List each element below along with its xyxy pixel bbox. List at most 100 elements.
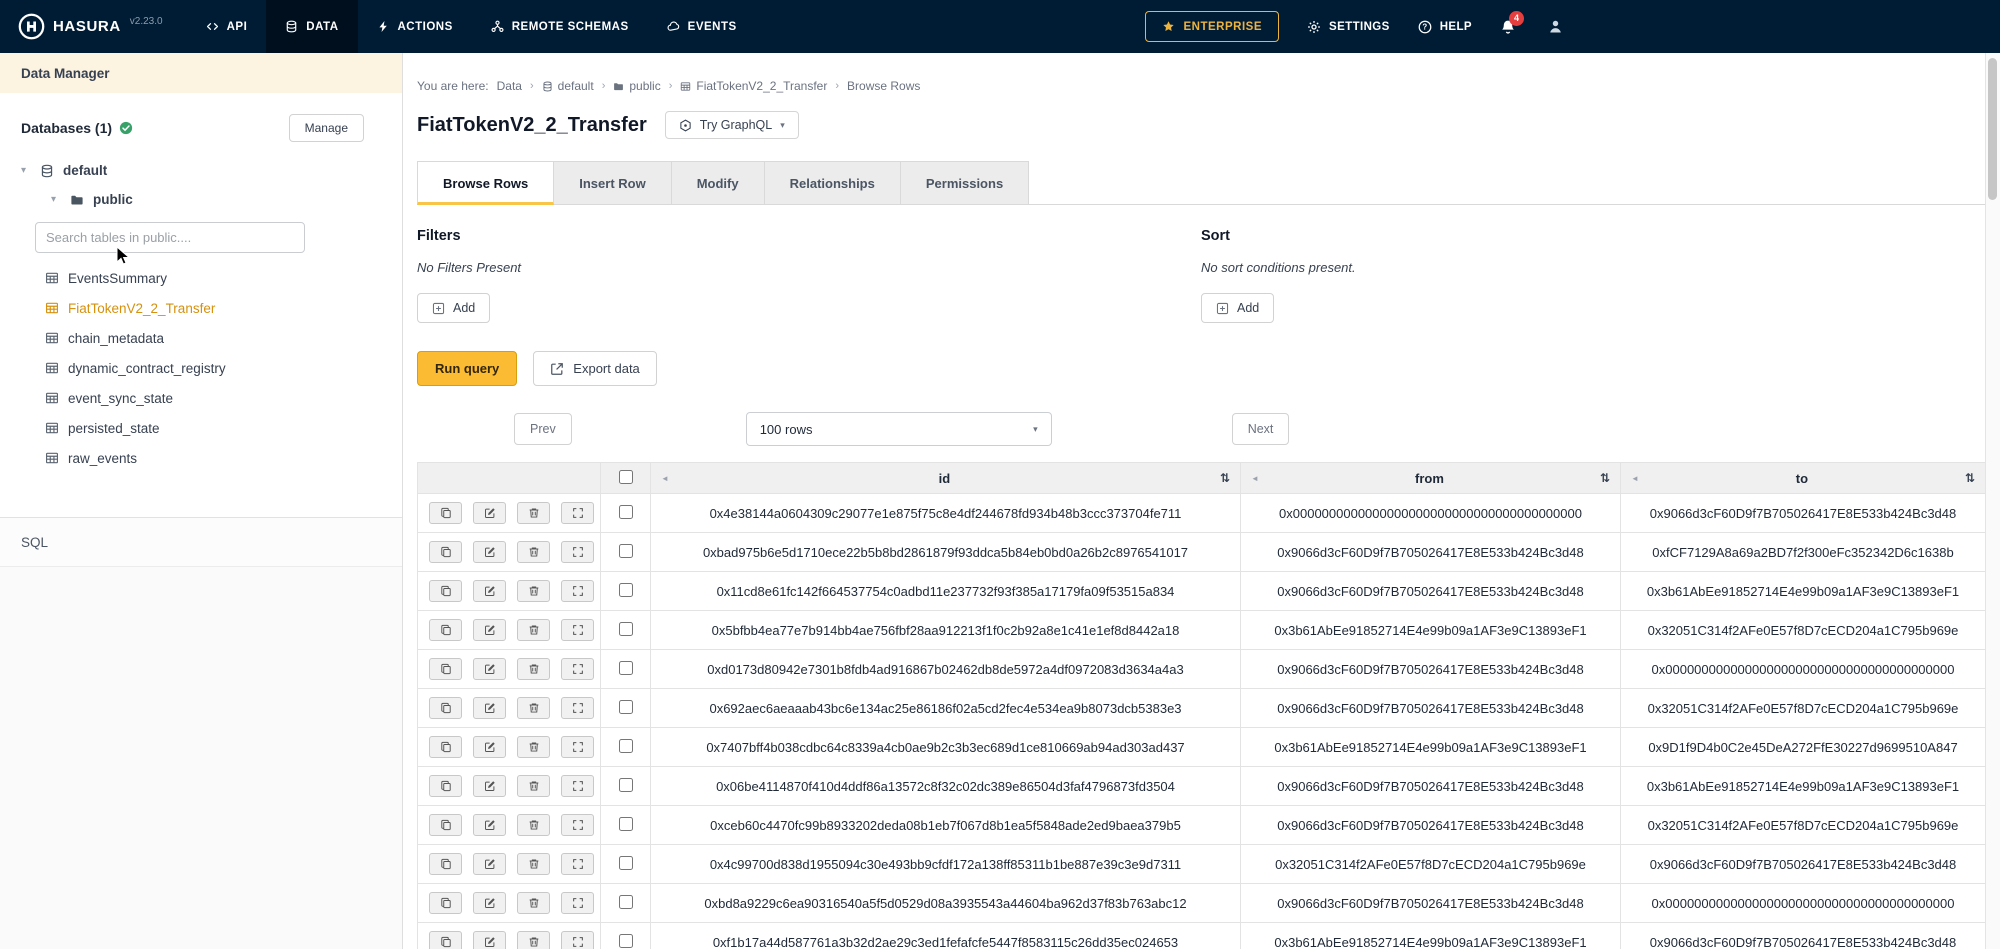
clone-row-button[interactable] xyxy=(429,697,462,719)
clone-row-button[interactable] xyxy=(429,814,462,836)
row-checkbox[interactable] xyxy=(619,895,633,909)
nav-item-events[interactable]: EVENTS xyxy=(648,0,756,53)
nav-item-remote-schemas[interactable]: REMOTE SCHEMAS xyxy=(472,0,648,53)
next-page-button[interactable]: Next xyxy=(1232,413,1290,445)
delete-row-button[interactable] xyxy=(517,541,550,563)
column-header-to[interactable]: ◄to⇅ xyxy=(1621,463,1986,494)
row-checkbox[interactable] xyxy=(619,817,633,831)
collapse-column-icon[interactable]: ◄ xyxy=(661,474,669,483)
delete-row-button[interactable] xyxy=(517,892,550,914)
sidebar-item-table-dynamic-contract-registry[interactable]: dynamic_contract_registry xyxy=(45,353,382,383)
add-sort-button[interactable]: Add xyxy=(1201,293,1274,323)
expand-row-button[interactable] xyxy=(561,580,594,602)
expand-row-button[interactable] xyxy=(561,775,594,797)
row-checkbox[interactable] xyxy=(619,661,633,675)
hasura-brand[interactable]: HASURA v2.23.0 xyxy=(0,13,187,40)
edit-row-button[interactable] xyxy=(473,541,506,563)
manage-button[interactable]: Manage xyxy=(289,114,364,142)
clone-row-button[interactable] xyxy=(429,931,462,949)
clone-row-button[interactable] xyxy=(429,892,462,914)
breadcrumb-segment-default[interactable]: default xyxy=(542,79,594,93)
nav-item-data[interactable]: DATA xyxy=(266,0,357,53)
column-header-id[interactable]: ◄id⇅ xyxy=(651,463,1241,494)
tab-browse-rows[interactable]: Browse Rows xyxy=(417,161,554,205)
tree-item-public[interactable]: ▾ public xyxy=(21,185,382,214)
sidebar-item-table-eventssummary[interactable]: EventsSummary xyxy=(45,263,382,293)
prev-page-button[interactable]: Prev xyxy=(514,413,572,445)
expand-row-button[interactable] xyxy=(561,658,594,680)
add-filter-button[interactable]: Add xyxy=(417,293,490,323)
delete-row-button[interactable] xyxy=(517,814,550,836)
user-menu-button[interactable] xyxy=(1548,19,1563,34)
delete-row-button[interactable] xyxy=(517,931,550,949)
expand-row-button[interactable] xyxy=(561,619,594,641)
enterprise-button[interactable]: ENTERPRISE xyxy=(1145,11,1280,42)
breadcrumb-segment-browse-rows[interactable]: Browse Rows xyxy=(847,79,920,93)
edit-row-button[interactable] xyxy=(473,892,506,914)
expand-row-button[interactable] xyxy=(561,541,594,563)
column-header-from[interactable]: ◄from⇅ xyxy=(1241,463,1621,494)
row-checkbox[interactable] xyxy=(619,505,633,519)
collapse-column-icon[interactable]: ◄ xyxy=(1631,474,1639,483)
tab-relationships[interactable]: Relationships xyxy=(765,161,901,204)
tree-item-default[interactable]: ▾ default xyxy=(21,156,382,185)
delete-row-button[interactable] xyxy=(517,775,550,797)
delete-row-button[interactable] xyxy=(517,697,550,719)
nav-item-api[interactable]: API xyxy=(187,0,267,53)
edit-row-button[interactable] xyxy=(473,580,506,602)
edit-row-button[interactable] xyxy=(473,931,506,949)
help-button[interactable]: ? HELP xyxy=(1418,20,1472,34)
delete-row-button[interactable] xyxy=(517,736,550,758)
expand-row-button[interactable] xyxy=(561,502,594,524)
row-checkbox[interactable] xyxy=(619,934,633,948)
edit-row-button[interactable] xyxy=(473,853,506,875)
settings-button[interactable]: SETTINGS xyxy=(1307,20,1390,34)
clone-row-button[interactable] xyxy=(429,658,462,680)
sidebar-item-sql[interactable]: SQL xyxy=(0,518,402,567)
tab-insert-row[interactable]: Insert Row xyxy=(554,161,671,204)
row-checkbox[interactable] xyxy=(619,544,633,558)
scrollbar-thumb[interactable] xyxy=(1988,58,1997,200)
sidebar-item-table-chain-metadata[interactable]: chain_metadata xyxy=(45,323,382,353)
clone-row-button[interactable] xyxy=(429,619,462,641)
select-all-checkbox[interactable] xyxy=(619,470,633,484)
expand-row-button[interactable] xyxy=(561,853,594,875)
notifications-button[interactable]: 4 xyxy=(1500,19,1516,35)
clone-row-button[interactable] xyxy=(429,541,462,563)
edit-row-button[interactable] xyxy=(473,814,506,836)
row-checkbox[interactable] xyxy=(619,856,633,870)
edit-row-button[interactable] xyxy=(473,775,506,797)
page-scrollbar[interactable] xyxy=(1985,53,2000,949)
row-checkbox[interactable] xyxy=(619,622,633,636)
collapse-column-icon[interactable]: ◄ xyxy=(1251,474,1259,483)
delete-row-button[interactable] xyxy=(517,853,550,875)
sort-toggle-icon[interactable]: ⇅ xyxy=(1965,471,1975,485)
sidebar-item-table-persisted-state[interactable]: persisted_state xyxy=(45,413,382,443)
tab-permissions[interactable]: Permissions xyxy=(901,161,1029,204)
clone-row-button[interactable] xyxy=(429,580,462,602)
sort-toggle-icon[interactable]: ⇅ xyxy=(1600,471,1610,485)
clone-row-button[interactable] xyxy=(429,736,462,758)
expand-row-button[interactable] xyxy=(561,892,594,914)
breadcrumb-segment-fiattokenv2-2-transfer[interactable]: FiatTokenV2_2_Transfer xyxy=(680,79,827,93)
sidebar-item-table-fiattokenv2-2-transfer[interactable]: FiatTokenV2_2_Transfer xyxy=(45,293,382,323)
row-checkbox[interactable] xyxy=(619,700,633,714)
sidebar-item-table-event-sync-state[interactable]: event_sync_state xyxy=(45,383,382,413)
breadcrumb-segment-public[interactable]: public xyxy=(613,79,660,93)
sort-toggle-icon[interactable]: ⇅ xyxy=(1220,471,1230,485)
run-query-button[interactable]: Run query xyxy=(417,351,517,386)
row-checkbox[interactable] xyxy=(619,739,633,753)
expand-row-button[interactable] xyxy=(561,931,594,949)
expand-row-button[interactable] xyxy=(561,736,594,758)
rows-per-page-select[interactable]: 100 rows ▾ xyxy=(746,412,1052,446)
delete-row-button[interactable] xyxy=(517,502,550,524)
table-search-input[interactable] xyxy=(35,222,305,253)
expand-row-button[interactable] xyxy=(561,697,594,719)
row-checkbox[interactable] xyxy=(619,778,633,792)
delete-row-button[interactable] xyxy=(517,580,550,602)
tab-modify[interactable]: Modify xyxy=(672,161,765,204)
expand-row-button[interactable] xyxy=(561,814,594,836)
clone-row-button[interactable] xyxy=(429,502,462,524)
edit-row-button[interactable] xyxy=(473,658,506,680)
edit-row-button[interactable] xyxy=(473,619,506,641)
